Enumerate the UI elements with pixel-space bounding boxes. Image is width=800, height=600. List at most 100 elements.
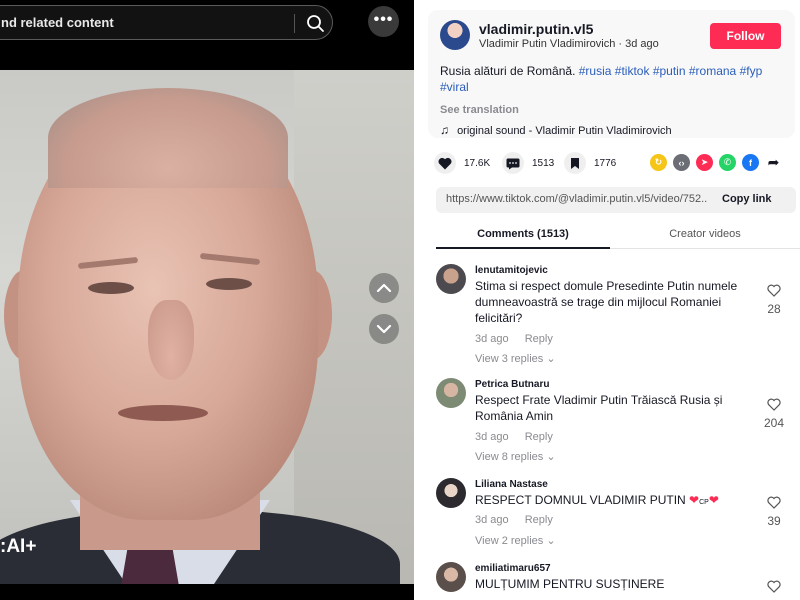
video-caption: Rusia alături de Română. #rusia #tiktok … [440,63,780,95]
chevron-down-icon: ⌄ [546,451,556,463]
comment-icon [502,152,524,174]
chevron-up-icon [376,283,392,293]
music-link[interactable]: ♫ original sound - Vladimir Putin Vladim… [440,123,672,137]
view-replies-button[interactable]: View 8 replies ⌄ [475,450,556,463]
comment-username[interactable]: emiliatimaru657 [475,563,551,574]
more-icon: ••• [373,11,394,28]
comment-username[interactable]: Liliana Nastase [475,479,548,490]
copy-link-button[interactable]: Copy link [722,193,772,205]
heart-icon [434,152,456,174]
reply-button[interactable]: Reply [525,514,553,526]
save-button[interactable]: 1776 [564,152,616,174]
comment-text: Stima si respect domule Presedinte Putin… [475,279,738,325]
reply-button[interactable]: Reply [525,431,553,443]
view-replies-label: View 8 replies [475,451,544,463]
search-bar[interactable]: nd related content [0,5,333,40]
caption-text: Rusia alături de Română. [440,64,576,78]
view-replies-button[interactable]: View 3 replies ⌄ [475,352,556,365]
video-info-card: vladimir.putin.vl5 Vladimir Putin Vladim… [428,10,795,138]
heart-outline-icon [767,496,781,509]
like-button[interactable]: 17.6K [434,152,490,174]
embed-icon[interactable]: ‹› [673,154,690,171]
hashtag-link[interactable]: #rusia [579,64,612,78]
share-arrow-icon[interactable]: ➦ [765,154,782,171]
heart-outline-icon [767,284,781,297]
search-input[interactable]: nd related content [1,15,114,30]
search-icon[interactable] [304,12,328,34]
comment-text: RESPECT DOMNUL VLADIMIR PUTIN ❤CP❤ [475,492,757,511]
video-mouth [118,405,208,421]
comment-time: 3d ago [475,333,509,345]
bookmark-icon [564,152,586,174]
whatsapp-icon[interactable]: ✆ [719,154,736,171]
author-username[interactable]: vladimir.putin.vl5 [479,21,593,37]
chevron-down-icon: ⌄ [546,353,556,365]
reply-button[interactable]: Reply [525,333,553,345]
music-title: original sound - Vladimir Putin Vladimir… [457,125,672,137]
comment-username[interactable]: Petrica Butnaru [475,379,549,390]
comment-like-button[interactable]: 204 [762,398,786,430]
music-note-icon: ♫ [440,123,449,137]
video-hair [48,88,288,188]
view-replies-label: View 2 replies [475,535,544,547]
comment-like-count: 204 [763,416,785,430]
pink-heart-icon: ❤ [689,493,700,507]
next-video-button[interactable] [369,314,399,344]
more-options-button[interactable]: ••• [368,6,399,37]
facebook-icon[interactable]: f [742,154,759,171]
repost-icon[interactable]: ↻ [650,154,667,171]
comment-button[interactable]: 1513 [502,152,554,174]
tab-creator-videos[interactable]: Creator videos [618,228,792,240]
hashtag-link[interactable]: #viral [440,80,469,94]
video-link-box: https://www.tiktok.com/@vladimir.putin.v… [436,187,796,213]
active-tab-indicator [436,247,610,249]
hashtag-link[interactable]: #putin [653,64,686,78]
comment-username[interactable]: lenutamitojevic [475,265,548,276]
author-avatar[interactable] [440,20,470,50]
heart-outline-icon [767,398,781,411]
avatar[interactable] [436,378,466,408]
video-player[interactable]: :AI+ [0,70,414,584]
follow-button[interactable]: Follow [710,23,781,49]
details-panel: vladimir.putin.vl5 Vladimir Putin Vladim… [414,0,800,600]
comment-time: 3d ago [475,514,509,526]
send-icon[interactable]: ➤ [696,154,713,171]
panel-tabs: Comments (1513) Creator videos [436,222,800,249]
comment-meta: 3d ago Reply [475,333,553,345]
hashtag-link[interactable]: #fyp [740,64,763,78]
video-pane: nd related content ••• :AI+ [0,0,414,600]
hashtag-link[interactable]: #tiktok [615,64,650,78]
like-count: 17.6K [464,157,491,169]
comment-text: MULȚUMIM PENTRU SUSȚINERE [475,577,665,591]
avatar[interactable] [436,264,466,294]
video-nose [148,300,194,380]
comment-like-button[interactable] [762,580,786,598]
chevron-down-icon [376,324,392,334]
video-watermark: :AI+ [0,536,37,557]
heart-outline-icon [767,580,781,593]
comment-time: 3d ago [475,431,509,443]
author-subline: Vladimir Putin Vladimirovich · 3d ago [479,38,659,50]
search-divider [294,14,295,33]
tab-comments[interactable]: Comments (1513) [436,228,610,240]
post-time: 3d ago [625,38,659,50]
action-bar: 17.6K 1513 1776 ↻ ‹› ➤ ✆ f ➦ [434,152,794,176]
view-replies-button[interactable]: View 2 replies ⌄ [475,534,556,547]
avatar[interactable] [436,478,466,508]
pink-heart-icon: ❤ [708,493,719,507]
comment-text: Respect Frate Vladimir Putin Trăiască Ru… [475,393,723,423]
see-translation-link[interactable]: See translation [440,104,519,116]
video-eye-left [88,282,134,294]
video-url[interactable]: https://www.tiktok.com/@vladimir.putin.v… [446,193,708,205]
comment-like-count: 28 [767,302,781,316]
avatar[interactable] [436,562,466,592]
comment-meta: 3d ago Reply [475,431,553,443]
comment-like-button[interactable]: 28 [762,284,786,316]
comment-emoji-text: CP [699,499,709,506]
previous-video-button[interactable] [369,273,399,303]
comment-count: 1513 [532,157,555,169]
comment-meta: 3d ago Reply [475,514,553,526]
hashtag-link[interactable]: #romana [689,64,736,78]
comment-like-count: 39 [767,514,781,528]
comment-like-button[interactable]: 39 [762,496,786,528]
